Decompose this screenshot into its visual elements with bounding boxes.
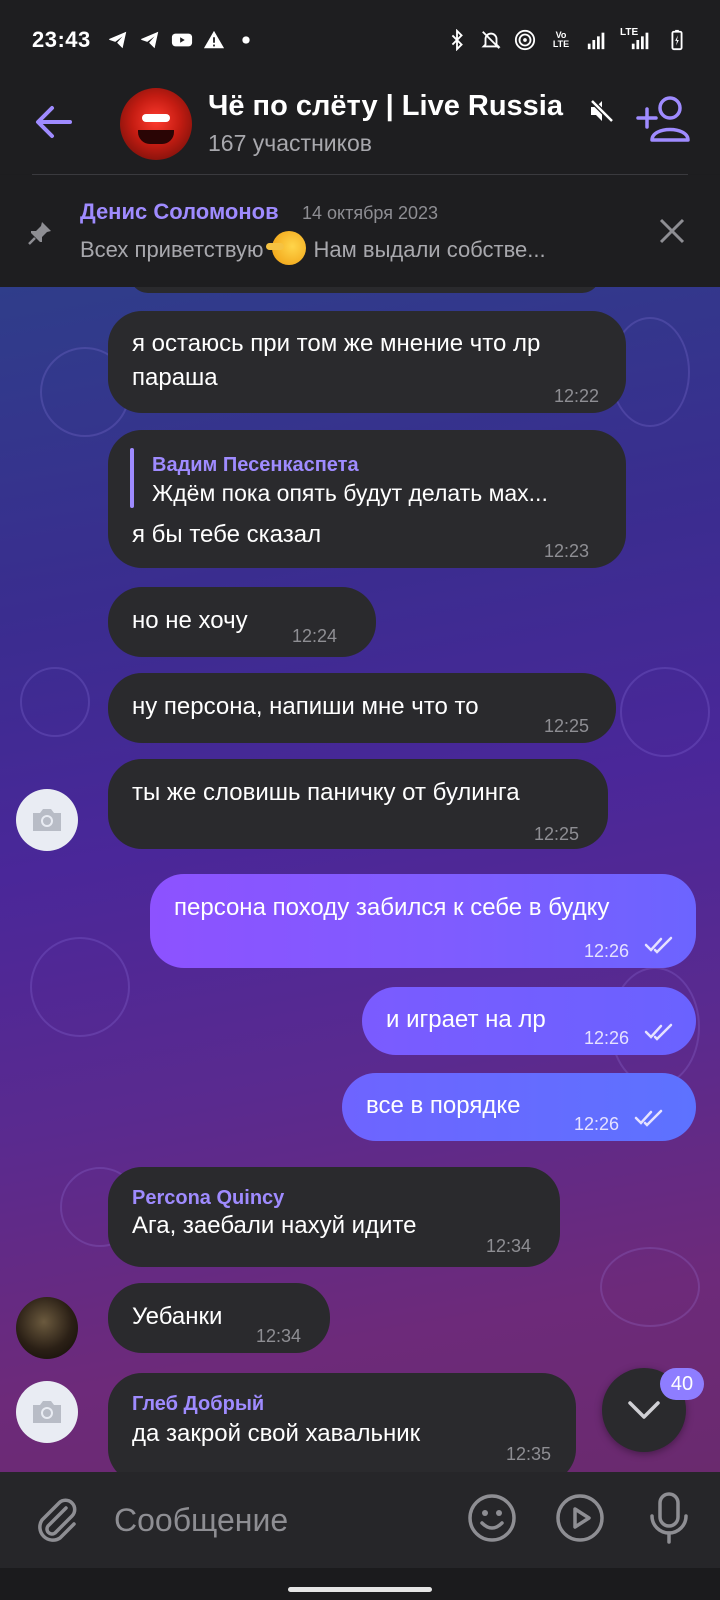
bluetooth-icon	[446, 29, 468, 51]
wallpaper-doodle	[30, 937, 130, 1037]
outgoing-message-bubble[interactable]: персона походу забился к себе в будку 12…	[150, 874, 696, 968]
double-check-icon	[644, 1023, 673, 1041]
wallpaper-doodle	[20, 667, 90, 737]
mute-bell-icon	[480, 29, 502, 51]
message-bubble[interactable]: я остаюсь при том же мнение что лр параш…	[108, 311, 626, 413]
members-count: 167 участников	[208, 130, 372, 156]
message-time: 12:34	[256, 1326, 302, 1346]
message-text-line2: параша	[132, 364, 218, 391]
pinned-text: Всех приветствую Нам выдали собстве...	[80, 231, 546, 266]
telegram-icon	[139, 29, 161, 51]
message-time: 12:22	[554, 386, 600, 406]
system-navigation-bar	[0, 1568, 720, 1600]
close-pinned-button[interactable]	[654, 213, 690, 249]
paperclip-icon[interactable]	[32, 1494, 84, 1546]
reply-quote-bar	[130, 448, 134, 508]
pinned-author: Денис Соломонов	[80, 199, 279, 224]
message-text: да закрой свой хавальник	[132, 1420, 421, 1447]
message-time: 12:34	[486, 1236, 532, 1256]
outgoing-message-bubble[interactable]: и играет на лр 12:26	[362, 987, 696, 1055]
chat-title[interactable]: Чё по слёту | Live Russia	[208, 90, 563, 123]
arrow-left-icon	[36, 106, 72, 138]
youtube-icon	[171, 29, 193, 51]
lte-signal-icon: LTE	[620, 27, 654, 51]
message-bubble[interactable]: ты же словишь паничку от булинга 12:25	[108, 759, 608, 849]
sender-avatar[interactable]	[16, 1297, 78, 1359]
back-button[interactable]	[30, 98, 78, 146]
message-time: 12:35	[506, 1444, 552, 1464]
pointing-emoji-icon	[265, 231, 306, 266]
message-text: ты же словишь паничку от булинга	[132, 779, 520, 806]
message-text: я бы тебе сказал	[132, 521, 322, 548]
sender-name[interactable]: Глеб Добрый	[132, 1387, 264, 1421]
message-text: и играет на лр	[386, 1006, 546, 1033]
message-time: 12:24	[292, 626, 338, 646]
status-time: 23:43	[32, 27, 91, 52]
home-indicator[interactable]	[288, 1587, 432, 1592]
reply-preview: Ждём пока опять будут делать мах...	[152, 480, 548, 506]
pinned-date: 14 октября 2023	[302, 203, 439, 223]
hotspot-icon	[514, 29, 536, 51]
chevron-down-icon	[628, 1401, 660, 1419]
warning-icon	[203, 29, 225, 51]
telegram-icon	[107, 29, 129, 51]
message-text: я остаюсь при том же мнение что лр	[132, 330, 541, 357]
video-message-icon[interactable]	[554, 1492, 606, 1544]
sender-avatar-placeholder[interactable]	[16, 789, 78, 851]
message-bubble[interactable]: Percona Quincy Ага, заебали нахуй идите …	[108, 1167, 560, 1267]
signal-icon	[586, 29, 608, 51]
message-bubble-partial[interactable]	[130, 287, 600, 293]
message-time: 12:26	[584, 941, 630, 961]
status-bar: 23:43 Vo LTE LTE	[0, 0, 720, 80]
emoji-icon[interactable]	[466, 1492, 518, 1544]
unread-count-badge: 40	[660, 1368, 704, 1400]
add-member-button[interactable]	[636, 94, 696, 146]
dot-icon	[235, 29, 257, 51]
muted-speaker-icon	[590, 99, 614, 123]
pin-icon	[28, 222, 51, 245]
message-text: Уебанки	[132, 1303, 223, 1330]
message-bubble-reply[interactable]: Вадим Песенкаспета Ждём пока опять будут…	[108, 430, 626, 568]
camera-icon	[33, 809, 61, 831]
message-text: Ага, заебали нахуй идите	[132, 1212, 417, 1239]
message-bubble[interactable]: Уебанки 12:34	[108, 1283, 330, 1353]
group-avatar[interactable]	[120, 88, 192, 160]
message-bubble[interactable]: ну персона, напиши мне что то 12:25	[108, 673, 616, 743]
chat-header: Чё по слёту | Live Russia 167 участников	[0, 80, 720, 174]
message-list[interactable]: я остаюсь при том же мнение что лр параш…	[0, 287, 720, 1472]
message-time: 12:23	[544, 541, 590, 561]
message-time: 12:25	[544, 716, 590, 736]
double-check-icon	[634, 1109, 663, 1127]
message-input[interactable]	[114, 1498, 444, 1542]
sender-avatar-placeholder[interactable]	[16, 1381, 78, 1443]
message-text: ну персона, напиши мне что то	[132, 693, 479, 720]
message-composer	[0, 1472, 720, 1568]
pinned-message-bar[interactable]: Денис Соломонов 14 октября 2023 Всех при…	[0, 175, 720, 287]
message-bubble[interactable]: Глеб Добрый да закрой свой хавальник 12:…	[108, 1373, 576, 1472]
battery-icon	[666, 29, 688, 51]
message-text: персона походу забился к себе в будку	[174, 894, 610, 921]
pinned-text-part1: Всех приветствую	[80, 237, 264, 262]
message-time: 12:26	[574, 1114, 620, 1134]
message-time: 12:25	[534, 824, 580, 844]
message-text: но не хочу	[132, 607, 248, 634]
outgoing-message-bubble[interactable]: все в порядке 12:26	[342, 1073, 696, 1141]
pinned-text-part2: Нам выдали собстве...	[313, 237, 546, 262]
microphone-icon[interactable]	[644, 1490, 694, 1546]
volte-icon: Vo LTE	[552, 30, 570, 49]
message-bubble[interactable]: но не хочу 12:24	[108, 587, 376, 657]
message-time: 12:26	[584, 1028, 630, 1048]
wallpaper-doodle	[600, 1247, 700, 1327]
camera-icon	[33, 1401, 61, 1423]
double-check-icon	[644, 936, 673, 954]
wallpaper-doodle	[620, 667, 710, 757]
message-text: все в порядке	[366, 1092, 521, 1119]
